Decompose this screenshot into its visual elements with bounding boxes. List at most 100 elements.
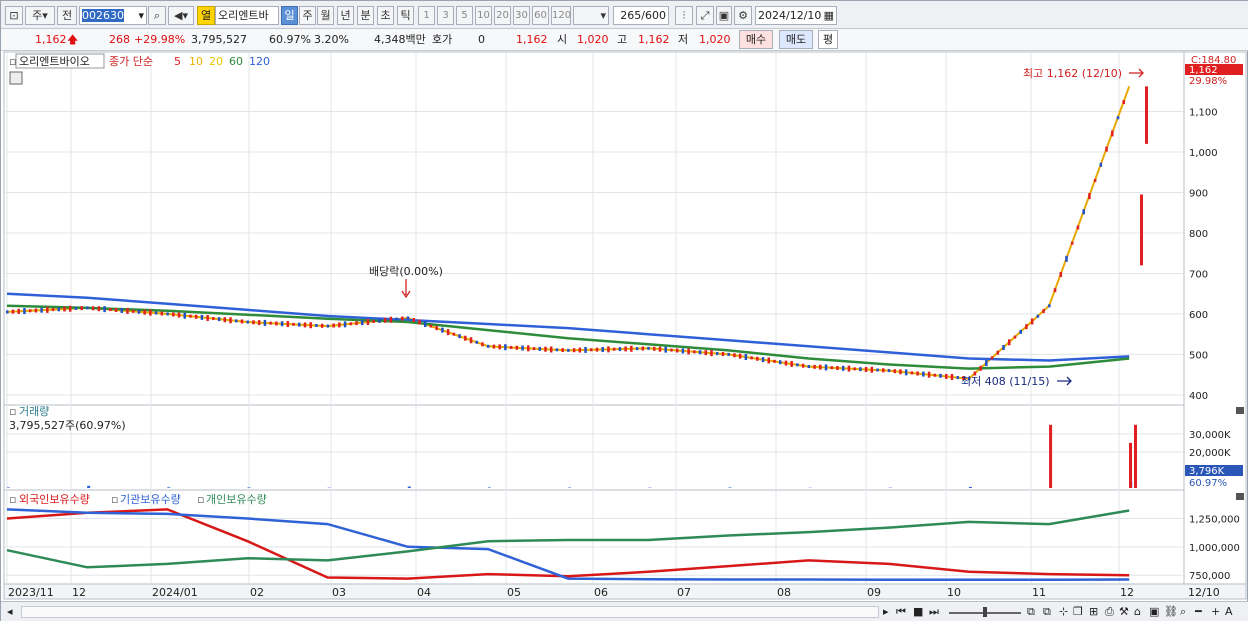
price-tick-label: 1,000 <box>1189 148 1218 159</box>
candle <box>177 312 181 318</box>
ma-120: 120 <box>249 55 270 68</box>
sell-button[interactable]: 매도 <box>779 30 813 49</box>
candle-icon[interactable]: ⫶ <box>675 6 693 25</box>
stop-icon[interactable]: ■ <box>913 604 923 620</box>
font-size-icon[interactable]: A <box>1225 604 1233 620</box>
candle <box>807 365 811 369</box>
window-icon[interactable]: ⧉ <box>1043 604 1051 620</box>
candle <box>830 366 834 370</box>
search-icon[interactable]: ⌕ <box>148 6 166 25</box>
zoom-icon[interactable]: ⌕ <box>1180 604 1186 620</box>
candle <box>801 363 805 368</box>
calculator-icon[interactable] <box>9 71 23 85</box>
candle <box>217 317 221 322</box>
interval-60[interactable]: 60 <box>532 6 549 25</box>
link-icon[interactable]: ⛓ <box>1164 604 1178 620</box>
plus-icon[interactable]: + <box>1211 604 1220 620</box>
line-tool-icon[interactable]: ⤢ <box>696 6 714 25</box>
period-day[interactable]: 일 <box>281 6 298 25</box>
candle <box>263 319 267 326</box>
interval-select[interactable]: ▾ <box>573 6 609 25</box>
volume-bar <box>247 487 251 488</box>
grid-icon[interactable]: ⊞ <box>1089 604 1098 620</box>
print-icon[interactable]: ⎙ <box>1105 604 1114 620</box>
candle <box>773 359 776 363</box>
market-select[interactable]: 주▾ <box>25 6 55 25</box>
chart-icon[interactable]: ⌂ <box>1134 604 1141 620</box>
candle <box>561 348 564 353</box>
candle <box>28 309 32 313</box>
interval-5[interactable]: 5 <box>456 6 473 25</box>
ruler-icon[interactable]: ⊹ <box>1059 604 1068 620</box>
period-month[interactable]: 월 <box>317 6 334 25</box>
interval-1[interactable]: 1 <box>418 6 435 25</box>
date-field[interactable]: 2024/12/10 ▦ <box>755 6 837 25</box>
stock-label-marker: ▫ <box>9 55 16 68</box>
candle <box>423 321 427 328</box>
gear-icon[interactable]: ⚙ <box>734 6 752 25</box>
save-icon[interactable]: ▣ <box>1149 604 1159 620</box>
candle <box>767 357 771 364</box>
count-field[interactable]: 265/600 <box>613 6 669 25</box>
candle <box>412 318 416 322</box>
candle <box>46 306 49 313</box>
candle <box>847 365 851 372</box>
volume-panel-close-icon[interactable] <box>1236 407 1244 414</box>
candle <box>727 352 730 356</box>
last-page-icon[interactable]: ⏭ <box>929 604 939 620</box>
code-input[interactable]: 002630 ▾ <box>79 6 147 25</box>
interval-120[interactable]: 120 <box>551 6 571 25</box>
minus-icon[interactable]: ━ <box>1195 604 1202 620</box>
zoom-slider-thumb[interactable] <box>983 607 987 617</box>
holding-legend-individual: 개인보유수량 <box>206 493 267 506</box>
candle <box>549 346 553 353</box>
buy-button[interactable]: 매수 <box>739 30 773 49</box>
speaker-icon[interactable]: ◀▾ <box>168 6 194 25</box>
holding-panel-close-icon[interactable] <box>1236 493 1244 500</box>
copy-icon[interactable]: ❐ <box>1073 604 1083 620</box>
price-tick-label: 800 <box>1189 229 1208 240</box>
x-axis-label: 12 <box>72 586 86 599</box>
scroll-left-icon[interactable]: ◂ <box>7 604 13 620</box>
period-year[interactable]: 년 <box>337 6 354 25</box>
candle <box>126 307 129 314</box>
candle <box>664 346 667 353</box>
candle <box>756 356 759 361</box>
candle <box>240 319 244 324</box>
scroll-right-icon[interactable]: ▸ <box>883 604 889 620</box>
stock-name-field[interactable]: 오리엔트바 <box>215 6 279 25</box>
interval-10[interactable]: 10 <box>475 6 492 25</box>
candle <box>761 357 765 363</box>
first-page-icon[interactable]: ⏮ <box>896 604 906 620</box>
ma-5: 5 <box>174 55 181 68</box>
volume-bar <box>87 485 91 488</box>
interval-3[interactable]: 3 <box>437 6 454 25</box>
volume-pct-tag: 60.97% <box>1189 478 1227 489</box>
high-label: 고 <box>617 33 628 46</box>
interval-20[interactable]: 20 <box>494 6 511 25</box>
yellow-flag-button[interactable]: 열 <box>197 6 215 25</box>
market-label: 주 <box>32 9 43 22</box>
interval-30[interactable]: 30 <box>513 6 530 25</box>
layout-icon[interactable]: ⊡ <box>5 6 23 25</box>
x-axis-label: 09 <box>867 586 881 599</box>
period-minute[interactable]: 분 <box>357 6 374 25</box>
candle <box>280 321 284 327</box>
window-icon[interactable]: ⧉ <box>1027 604 1035 620</box>
candle <box>647 346 650 350</box>
period-tick[interactable]: 틱 <box>397 6 414 25</box>
tool-icon[interactable]: ⚒ <box>1119 604 1129 620</box>
save-icon[interactable]: ▣ <box>716 6 732 25</box>
eval-button[interactable]: 평 <box>818 30 838 49</box>
period-week[interactable]: 주 <box>299 6 316 25</box>
scroll-track[interactable] <box>21 606 879 618</box>
candle <box>910 371 914 375</box>
candle <box>624 346 627 352</box>
candle <box>366 319 370 326</box>
prev-button[interactable]: 전 <box>57 6 77 25</box>
candle <box>819 364 822 370</box>
candle <box>630 345 633 352</box>
candle <box>681 348 685 354</box>
high-annotation: 최고 1,162 (12/10) <box>1023 67 1122 80</box>
period-second[interactable]: 초 <box>377 6 394 25</box>
